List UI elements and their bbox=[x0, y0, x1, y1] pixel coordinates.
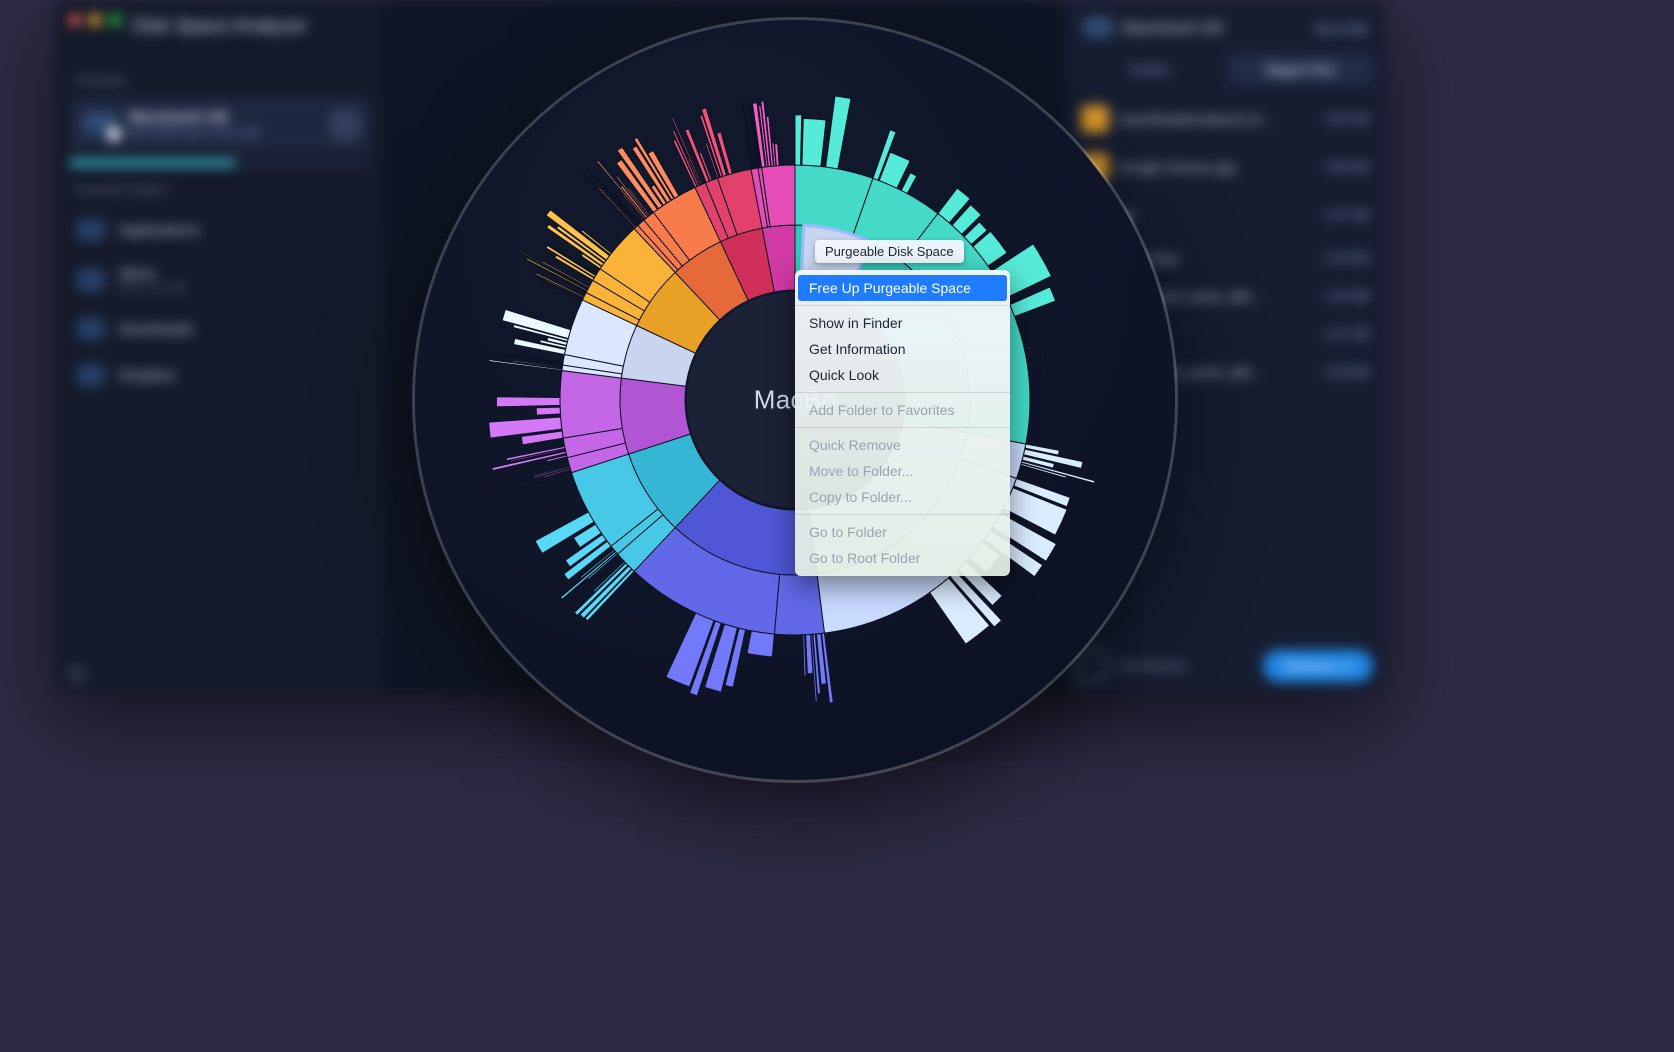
menu-item-copy-to-folder: Copy to Folder... bbox=[795, 484, 1010, 510]
drive-icon bbox=[83, 113, 117, 137]
file-size: 2.47 GB bbox=[1325, 327, 1369, 341]
menu-item-go-to-folder: Go to Folder bbox=[795, 519, 1010, 545]
close-icon[interactable] bbox=[69, 14, 81, 26]
file-size: 3.62 GB bbox=[1325, 112, 1369, 126]
menu-item-go-to-root-folder: Go to Root Folder bbox=[795, 545, 1010, 571]
storage-subtitle: 56.5 GB Free of 121 GB bbox=[129, 126, 258, 140]
magnifier-lens: MacBo Purgeable Disk Space Free Up Purge… bbox=[415, 20, 1175, 780]
traffic-lights[interactable] bbox=[69, 14, 121, 26]
context-menu-title: Purgeable Disk Space bbox=[815, 240, 964, 263]
storage-card[interactable]: Macintosh HD 56.5 GB Free of 121 GB bbox=[69, 97, 371, 152]
file-size: 2.99 GB bbox=[1325, 160, 1369, 174]
sidebar-item-dropbox[interactable]: Dropbox bbox=[55, 352, 385, 398]
context-menu[interactable]: Free Up Purgeable Space Show in FinderGet… bbox=[795, 270, 1010, 576]
menu-item-move-to-folder: Move to Folder... bbox=[795, 458, 1010, 484]
section-storages: Storages bbox=[55, 56, 385, 97]
file-size: 2.19 GB bbox=[1325, 365, 1369, 379]
menu-item-quick-remove: Quick Remove bbox=[795, 432, 1010, 458]
storage-name: Macintosh HD bbox=[129, 109, 258, 126]
scan-button[interactable] bbox=[331, 111, 359, 139]
folder-icon bbox=[77, 318, 105, 340]
file-size: 2.47 GB bbox=[1325, 208, 1369, 222]
menu-item-free-up-purgeable-space[interactable]: Free Up Purgeable Space bbox=[798, 275, 1007, 301]
folder-icon bbox=[77, 364, 105, 386]
menu-item-quick-look[interactable]: Quick Look bbox=[795, 362, 1010, 388]
tab-biggest-files[interactable]: Biggest files bbox=[1229, 54, 1373, 85]
sidebar-item-alexa[interactable]: alexaSize: 19.5 GB bbox=[55, 253, 385, 306]
sidebar-item-applications[interactable]: Applications bbox=[55, 207, 385, 253]
sidebar-item-downloads[interactable]: Downloads bbox=[55, 306, 385, 352]
menu-item-show-in-finder[interactable]: Show in Finder bbox=[795, 310, 1010, 336]
folder-icon bbox=[77, 269, 105, 291]
zoom-icon[interactable] bbox=[109, 14, 121, 26]
remove-button[interactable]: Remove bbox=[1263, 650, 1373, 682]
menu-item-get-information[interactable]: Get Information bbox=[795, 336, 1010, 362]
sidebar: Disk Space Analyzer Storages Macintosh H… bbox=[55, 0, 385, 692]
minimize-icon[interactable] bbox=[89, 14, 101, 26]
menu-item-add-folder-to-favorites: Add Folder to Favorites bbox=[795, 397, 1010, 423]
section-favorites: Favorite Folders bbox=[55, 166, 385, 207]
file-size: 2.19 GB bbox=[1325, 289, 1369, 303]
settings-icon[interactable] bbox=[69, 666, 85, 682]
folder-icon bbox=[77, 219, 105, 241]
right-drive-size: 82.8 GB bbox=[1316, 21, 1367, 37]
file-size: 2.19 GB bbox=[1325, 251, 1369, 265]
